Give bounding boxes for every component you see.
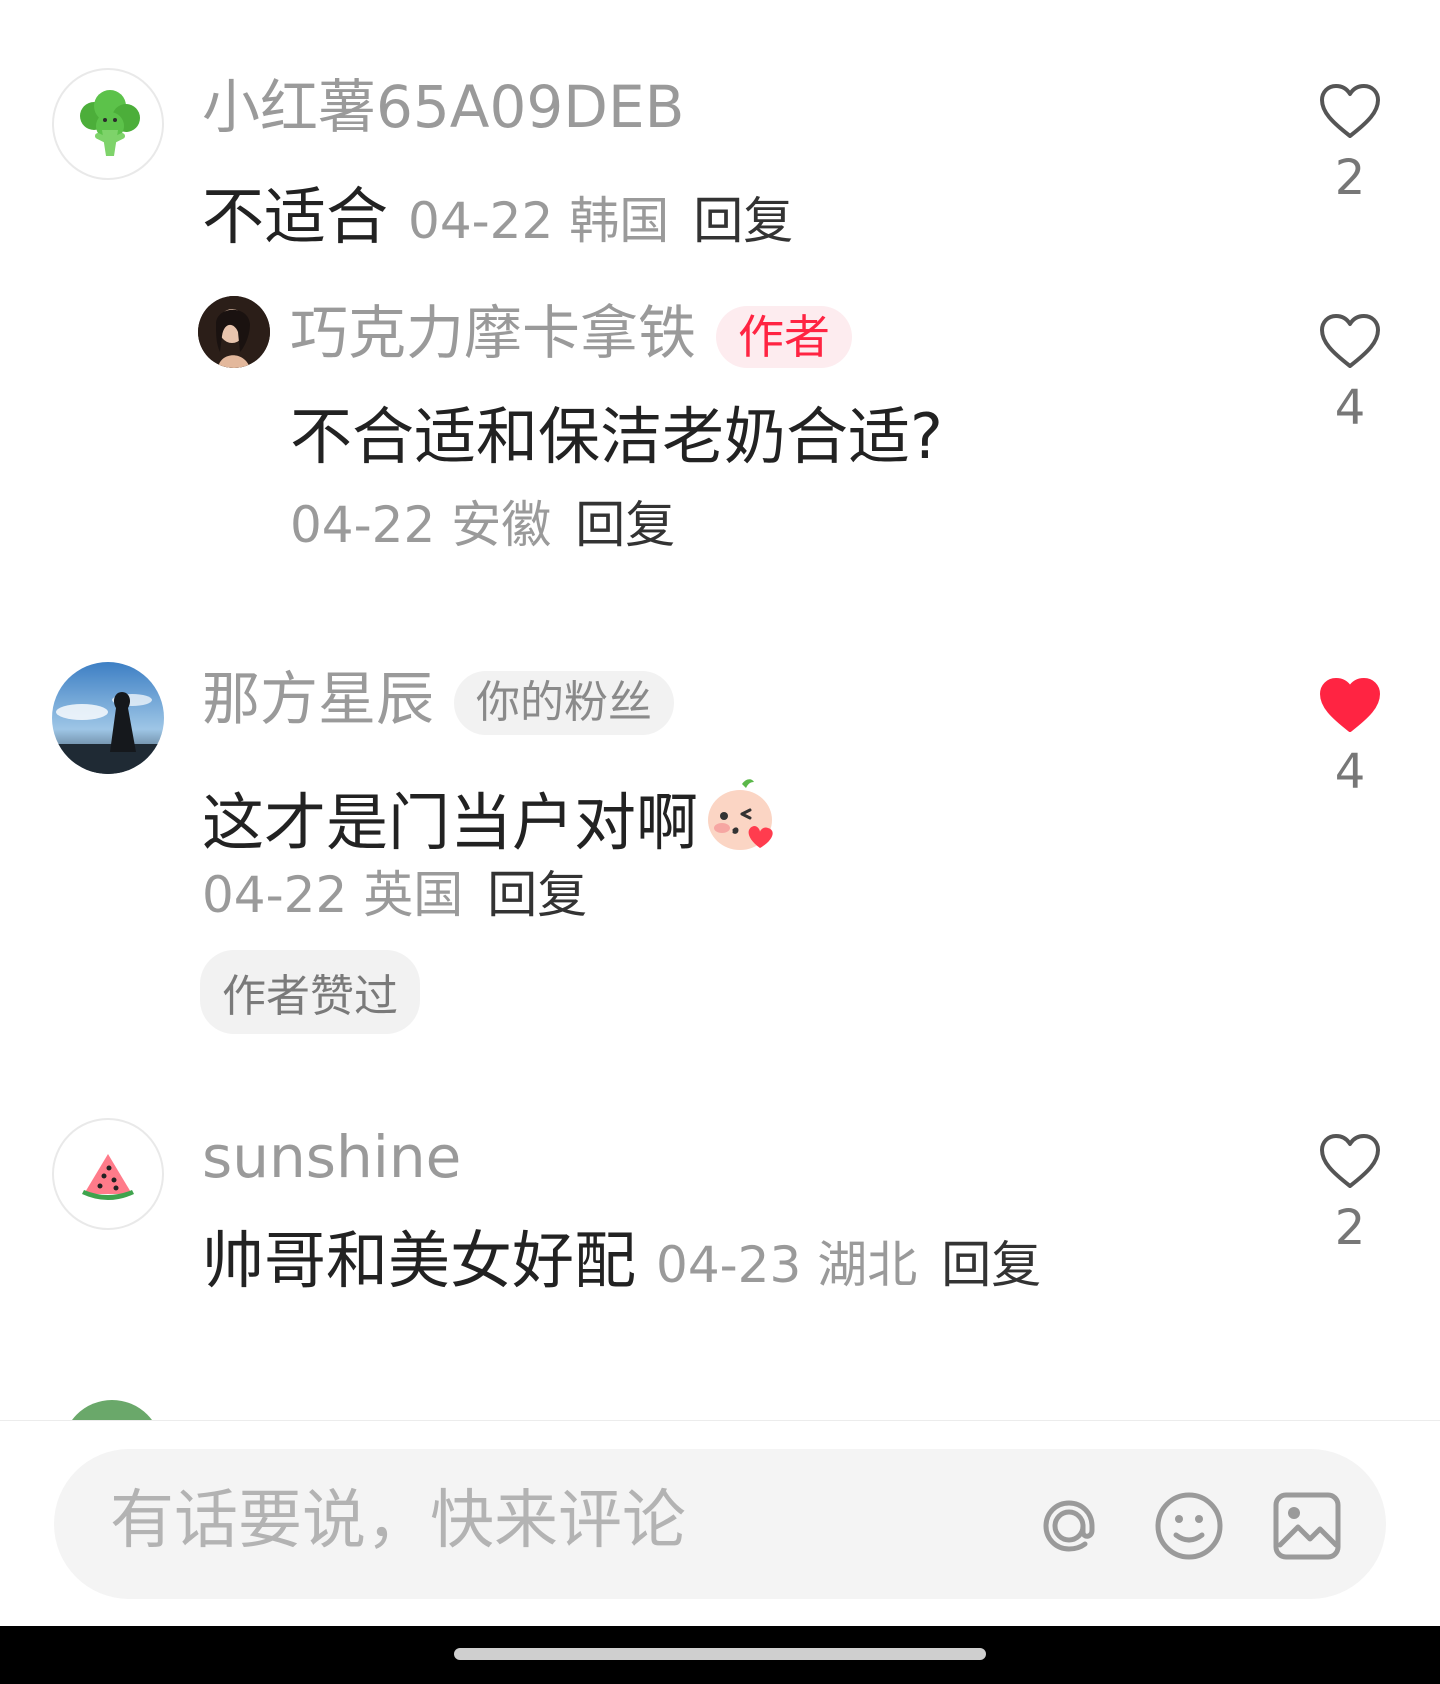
username[interactable]: 小红薯65A09DEB: [202, 78, 684, 136]
image-button[interactable]: [1272, 1491, 1342, 1565]
comment-input-placeholder[interactable]: 有话要说，快来评论: [110, 1489, 686, 1553]
comment-location: 安徽: [451, 496, 552, 554]
comment-text: 不适合 04-22 韩国 回复: [202, 186, 793, 248]
heart-outline-icon: [1320, 1134, 1380, 1188]
avatar[interactable]: [62, 1400, 162, 1420]
image-icon: [1273, 1492, 1341, 1560]
comment-body: 不合适和保洁老奶合适?: [290, 400, 943, 473]
like-button[interactable]: 2: [1310, 1132, 1390, 1252]
username[interactable]: 那方星辰: [202, 665, 434, 733]
comments-list: 小红薯65A09DEB 不适合 04-22 韩国 回复 2 巧克力摩卡拿铁 作者 不合…: [0, 0, 1440, 1420]
like-button[interactable]: 2: [1310, 82, 1390, 202]
comment-meta: 04-23 湖北 回复: [656, 1236, 1041, 1294]
avatar[interactable]: [52, 68, 164, 180]
reply-button[interactable]: 回复: [693, 192, 793, 250]
avatar[interactable]: [52, 662, 164, 774]
username-row: 巧克力摩卡拿铁 作者: [290, 304, 853, 368]
avatar[interactable]: [52, 1118, 164, 1230]
blush-emoji-icon: [708, 779, 773, 850]
avatar[interactable]: [198, 296, 270, 368]
like-button[interactable]: 4: [1310, 676, 1390, 796]
comment-location: 英国: [363, 866, 464, 924]
like-count: 4: [1334, 744, 1366, 800]
home-indicator[interactable]: [454, 1648, 986, 1660]
reply-button[interactable]: 回复: [575, 496, 675, 554]
like-count: 4: [1334, 380, 1366, 436]
reply-button[interactable]: 回复: [487, 866, 587, 924]
reply-button[interactable]: 回复: [941, 1236, 1041, 1294]
comment-body: 帅哥和美女好配: [202, 1224, 637, 1297]
comment-body: 这才是门当户对啊: [202, 786, 699, 859]
like-count: 2: [1334, 150, 1366, 206]
comment-date: 04-22: [408, 192, 554, 250]
smiley-icon: [1155, 1492, 1223, 1560]
emoji-button[interactable]: [1154, 1491, 1224, 1565]
comment-meta: 04-22 韩国 回复: [408, 192, 793, 250]
comment-date: 04-22: [202, 866, 348, 924]
comment-text: 帅哥和美女好配 04-23 湖北 回复: [202, 1230, 1041, 1292]
watermelon-icon: [82, 1154, 134, 1200]
username[interactable]: sunshine: [202, 1128, 461, 1186]
broccoli-icon: [80, 90, 140, 156]
comment-input[interactable]: 有话要说，快来评论: [54, 1449, 1386, 1599]
like-button[interactable]: 4: [1310, 312, 1390, 432]
comment-date: 04-23: [656, 1236, 802, 1294]
author-badge: 作者: [716, 305, 853, 368]
mention-button[interactable]: [1034, 1491, 1104, 1565]
comment-meta: 04-22 安徽 回复: [290, 500, 675, 550]
comment-input-bar: 有话要说，快来评论: [0, 1420, 1440, 1626]
author-liked-tag: 作者赞过: [200, 950, 420, 1034]
comment-body: 不适合: [202, 180, 389, 253]
comment-location: 湖北: [817, 1236, 918, 1294]
avatar-photo: [198, 296, 270, 368]
username[interactable]: 巧克力摩卡拿铁: [290, 299, 696, 367]
comment-location: 韩国: [569, 192, 670, 250]
comment-text: 这才是门当户对啊: [202, 776, 782, 854]
comment-meta: 04-22 英国 回复: [202, 870, 587, 920]
heart-outline-icon: [1320, 84, 1380, 138]
username-row: 那方星辰 你的粉丝: [202, 670, 675, 735]
at-icon: [1043, 1500, 1095, 1552]
heart-filled-icon: [1320, 678, 1380, 732]
like-count: 2: [1334, 1200, 1366, 1256]
fan-badge: 你的粉丝: [454, 670, 675, 735]
avatar-photo: [52, 662, 164, 774]
heart-outline-icon: [1320, 314, 1380, 368]
comment-date: 04-22: [290, 496, 436, 554]
